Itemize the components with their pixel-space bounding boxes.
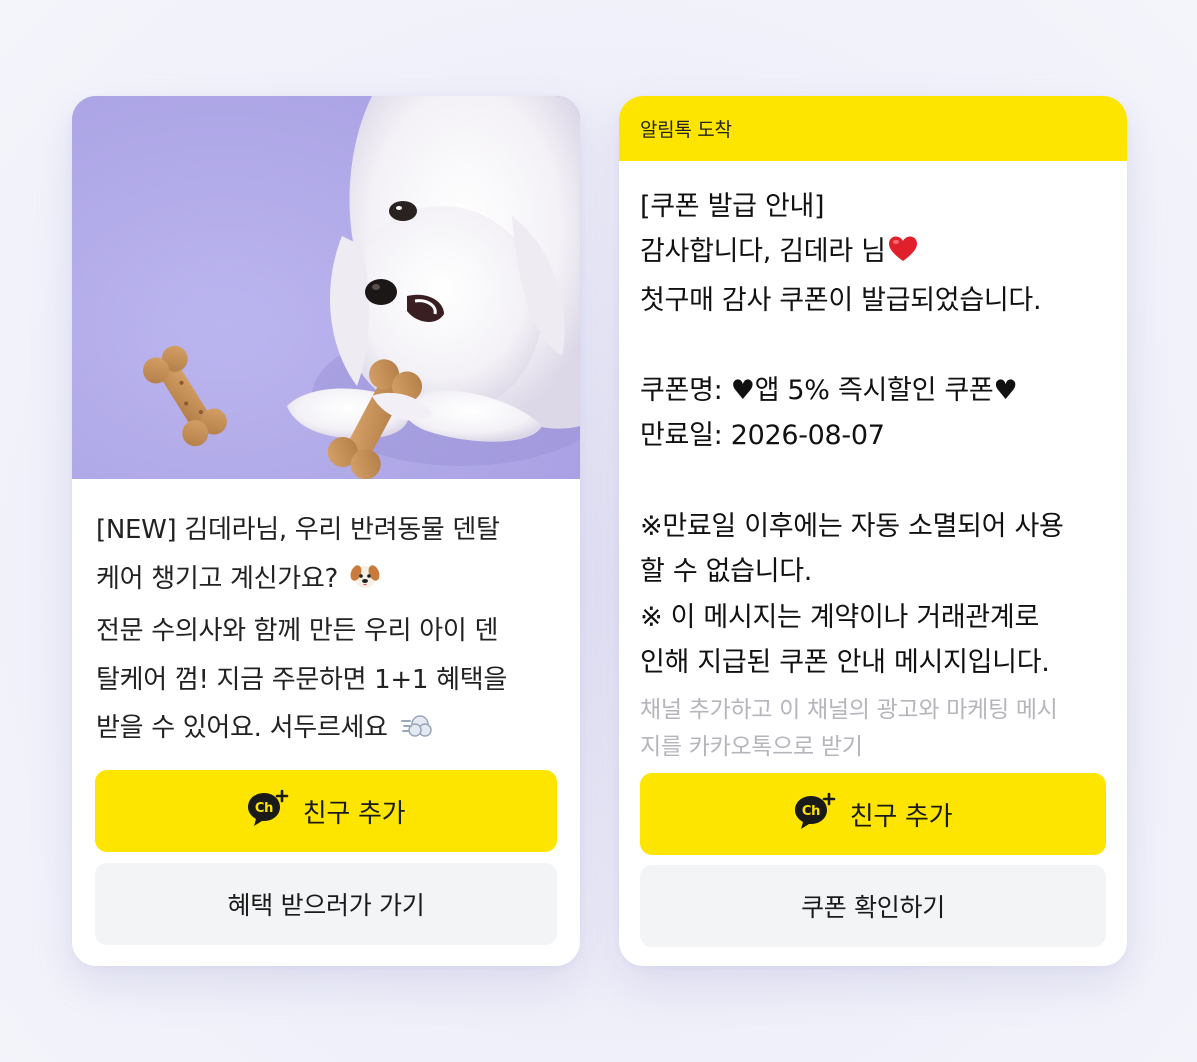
add-friend-label: 친구 추가 [849,801,953,832]
coupon-check-button[interactable]: 쿠폰 확인하기 [640,865,1106,947]
header-title: 알림톡 도착 [640,119,732,141]
dash-emoji [400,708,432,757]
promo-line-1: [NEW] 김데라님, 우리 반려동물 덴탈 [96,515,500,545]
dog-face-emoji [350,559,380,608]
red-heart-emoji [888,232,918,277]
coupon-message: [쿠폰 발급 안내] 감사합니다, 김데라 님 첫구매 감사 쿠폰이 발급되었습… [640,184,1110,685]
notification-message-card: 알림톡 도착 [쿠폰 발급 안내] 감사합니다, 김데라 님 첫구매 감사 쿠폰… [619,96,1127,966]
svg-text:Ch: Ch [255,801,273,816]
alimtalk-header: 알림톡 도착 [619,96,1127,161]
add-friend-button[interactable]: Ch 친구 추가 [640,773,1106,855]
coupon-message-head: [쿠폰 발급 안내] 감사합니다, 김데라 님 [640,191,886,268]
kakao-channel-icon: Ch [794,792,838,832]
marketing-consent-text: 채널 추가하고 이 채널의 광고와 마케팅 메시 지를 카카오톡으로 받기 [640,697,1058,760]
add-friend-button[interactable]: Ch 친구 추가 [95,770,557,852]
svg-text:Ch: Ch [802,804,820,819]
promo-line-5: 받을 수 있어요. 서두르세요 [96,713,432,743]
add-friend-label: 친구 추가 [302,798,406,829]
promo-line-4: 탈케어 껌! 지금 주문하면 1+1 혜택을 [96,664,507,695]
promo-line-2: 케어 챙기고 계신가요? [96,564,380,594]
promo-message: [NEW] 김데라님, 우리 반려동물 덴탈 케어 챙기고 계신가요? 전문 수… [96,506,566,757]
kakao-channel-icon: Ch [247,789,291,829]
promo-message-card: [NEW] 김데라님, 우리 반려동물 덴탈 케어 챙기고 계신가요? 전문 수… [72,96,580,966]
promo-line-3: 전문 수의사와 함께 만든 우리 아이 덴 [96,616,499,646]
benefit-button[interactable]: 혜택 받으러가 가기 [95,863,557,945]
coupon-message-body: 첫구매 감사 쿠폰이 발급되었습니다. 쿠폰명: ♥앱 5% 즉시할인 쿠폰♥ … [640,284,1064,678]
puppy-photo [72,96,580,479]
